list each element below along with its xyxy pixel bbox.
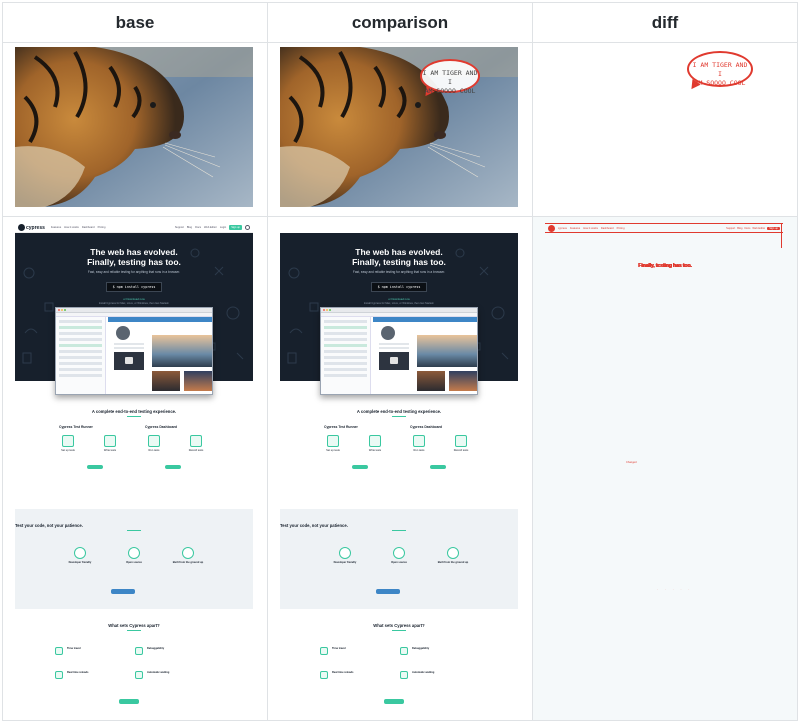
- github-icon: [245, 225, 250, 230]
- website-screenshot-comparison: The web has evolved. Finally, testing ha…: [280, 223, 518, 720]
- bubble-line-1-diff: I AM TIGER AND I: [692, 61, 748, 78]
- base-site-cell: cypress Features How it works Dashboard …: [2, 216, 268, 721]
- wait-icon: [400, 671, 408, 679]
- nav-link: Features: [50, 226, 62, 229]
- hero-title-line-1: The web has evolved.: [90, 247, 178, 257]
- diff-site-cell: cypress Features How it works Dashboard …: [532, 216, 798, 721]
- header-base: base: [2, 2, 268, 43]
- diff-marker: Changed: [626, 461, 637, 464]
- hero-title-line-2: Finally, testing has too.: [87, 257, 181, 267]
- install-command: $ npm install cypress: [105, 282, 163, 292]
- section-patience: Test your code, not your patience. Devel…: [15, 509, 253, 609]
- section-apart: What sets Cypress apart? Time travel Deb…: [280, 621, 518, 720]
- speech-bubble-diff: I AM TIGER AND I AM SOOOO COOL: [687, 51, 753, 87]
- github-icon: [393, 547, 405, 559]
- write-icon: [104, 435, 116, 447]
- reload-icon: [320, 671, 328, 679]
- cta-button: [165, 465, 181, 469]
- nav-link: Dashboard: [81, 226, 95, 229]
- setup-icon: [327, 435, 339, 447]
- site-nav: cypress Features How it works Dashboard …: [15, 223, 253, 233]
- cta-button: [352, 465, 368, 469]
- section-title: A complete end-to-end testing experience…: [91, 409, 177, 414]
- debug-icon: [400, 647, 408, 655]
- github-icon: [128, 547, 140, 559]
- setup-icon: [62, 435, 74, 447]
- time-travel-icon: [320, 647, 328, 655]
- cta-button: [384, 699, 404, 704]
- nav-link: Blog: [186, 226, 193, 229]
- nav-link: Web Editor: [204, 226, 217, 229]
- nav-signup-button: Sign up: [229, 225, 242, 230]
- install-note: Install Cypress for Mac, Linux, or Windo…: [98, 302, 170, 305]
- developer-icon: [74, 547, 86, 559]
- app-screenshot: [320, 307, 478, 395]
- trash-icon: [447, 547, 459, 559]
- diff-tiger-cell: I AM TIGER AND I AM SOOOO COOL: [532, 42, 798, 217]
- nav-link: Pricing: [97, 226, 106, 229]
- tiger-image-comparison: I AM TIGER AND I AM SOOOO COOL: [280, 47, 518, 207]
- record-icon: [190, 435, 202, 447]
- cta-button: [119, 699, 139, 704]
- cta-button: [87, 465, 103, 469]
- write-icon: [369, 435, 381, 447]
- tiger-image-base: [15, 47, 253, 207]
- logo-icon: [18, 224, 25, 231]
- debug-icon: [135, 647, 143, 655]
- nav-link: Support: [174, 226, 184, 229]
- trash-icon: [182, 547, 194, 559]
- diff-nav-highlight: cypress Features How it works Dashboard …: [545, 223, 783, 233]
- header-comparison: comparison: [267, 2, 533, 43]
- app-screenshot: [55, 307, 213, 395]
- bubble-line-2-diff: AM SOOOO COOL: [694, 79, 746, 87]
- base-tiger-cell: [2, 42, 268, 217]
- logo-icon: [548, 224, 555, 232]
- comparison-tiger-cell: I AM TIGER AND I AM SOOOO COOL: [267, 42, 533, 217]
- nav-link: How it works: [64, 226, 79, 229]
- wait-icon: [135, 671, 143, 679]
- hero-subtitle: Fast, easy and reliable testing for anyt…: [87, 270, 181, 274]
- section-patience: Test your code, not your patience. Devel…: [280, 509, 518, 609]
- website-diff: cypress Features How it works Dashboard …: [545, 223, 783, 720]
- run-icon: [413, 435, 425, 447]
- section-apart: What sets Cypress apart? Time travel Deb…: [15, 621, 253, 720]
- cta-button: [430, 465, 446, 469]
- cypress-logo: cypress: [18, 224, 45, 231]
- download-link: or Download now: [123, 297, 145, 301]
- diff-dots: · · · · ·: [657, 587, 693, 591]
- website-screenshot-base: cypress Features How it works Dashboard …: [15, 223, 253, 720]
- diff-edge-line: [780, 224, 782, 248]
- runner-title: Cypress Test Runner: [59, 425, 93, 429]
- dashboard-title: Cypress Dashboard: [145, 425, 178, 429]
- download-button: [111, 589, 135, 594]
- bubble-line-2: AM SOOOO COOL: [424, 87, 476, 95]
- comparison-site-cell: The web has evolved. Finally, testing ha…: [267, 216, 533, 721]
- download-button: [376, 589, 400, 594]
- record-icon: [455, 435, 467, 447]
- speech-bubble-comparison: I AM TIGER AND I AM SOOOO COOL: [420, 59, 480, 95]
- run-icon: [148, 435, 160, 447]
- nav-link: Login: [219, 226, 227, 229]
- header-diff: diff: [532, 2, 798, 43]
- developer-icon: [339, 547, 351, 559]
- diff-changed-text: Finally, testing has too.: [638, 263, 692, 269]
- time-travel-icon: [55, 647, 63, 655]
- nav-link: Docs: [195, 226, 202, 229]
- bubble-line-1: I AM TIGER AND I: [422, 69, 478, 86]
- reload-icon: [55, 671, 63, 679]
